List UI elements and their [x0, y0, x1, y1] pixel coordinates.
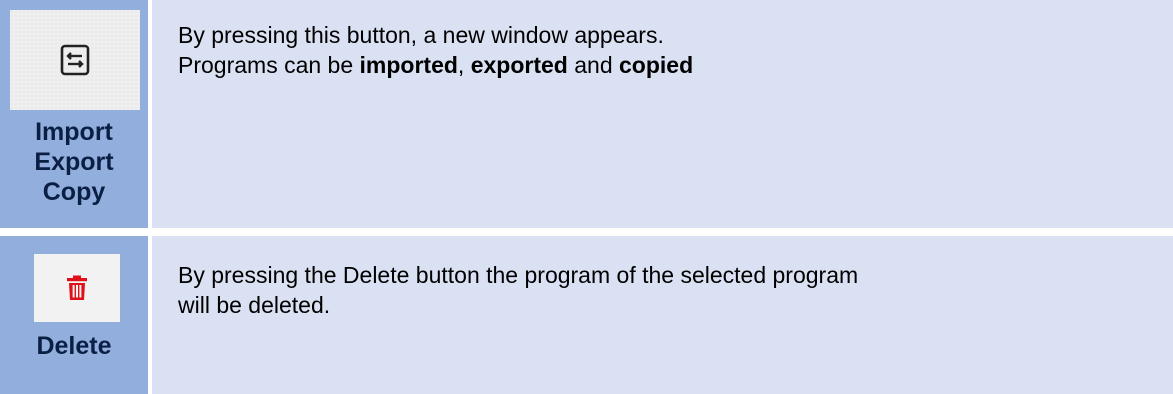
label-line-import: Import: [35, 118, 113, 146]
separator-and: and: [567, 52, 619, 78]
delete-button[interactable]: [34, 254, 120, 322]
import-export-copy-row: Import Export Copy By pressing this butt…: [0, 0, 1173, 228]
import-export-copy-button-cell: Import Export Copy: [0, 0, 148, 228]
delete-row: Delete By pressing the Delete button the…: [0, 236, 1173, 394]
separator-comma: ,: [457, 52, 471, 78]
bold-exported: exported: [470, 52, 568, 78]
bold-copied: copied: [619, 52, 694, 78]
delete-button-cell: Delete: [0, 236, 148, 394]
delete-label: Delete: [36, 332, 112, 360]
bold-imported: imported: [359, 52, 458, 78]
label-line-copy: Copy: [42, 178, 106, 206]
import-export-copy-label: Import Export Copy: [0, 117, 148, 207]
description-line-1: By pressing the Delete button the progra…: [178, 262, 859, 288]
description-line-1: By pressing this button, a new window ap…: [178, 22, 664, 48]
import-export-copy-description: By pressing this button, a new window ap…: [152, 0, 1173, 228]
description-line-2: will be deleted.: [178, 292, 331, 318]
description-line-2: Programs can be imported, exported and c…: [178, 50, 1173, 80]
import-export-icon: [60, 44, 90, 76]
trash-icon: [67, 275, 87, 300]
import-export-copy-button[interactable]: [10, 10, 140, 110]
delete-description: By pressing the Delete button the progra…: [152, 236, 1173, 394]
label-line-export: Export: [34, 148, 114, 176]
description-prefix: Programs can be: [178, 52, 360, 78]
